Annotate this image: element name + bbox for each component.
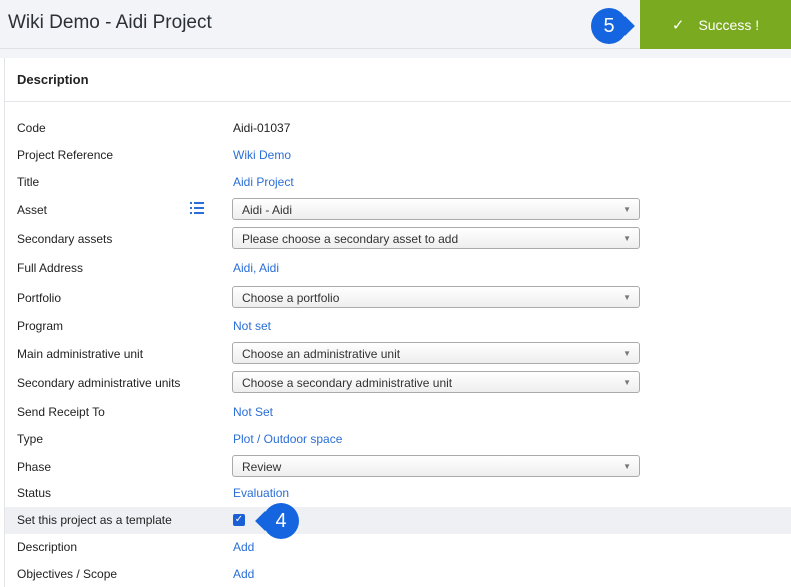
asset-label: Asset: [17, 203, 48, 217]
title-link[interactable]: Aidi Project: [233, 175, 294, 189]
field-row-portfolio: Portfolio Choose a portfolio ▼: [5, 285, 791, 312]
full-address-link[interactable]: Aidi, Aidi: [233, 261, 279, 275]
field-row-project-reference: Project Reference Wiki Demo: [5, 142, 791, 169]
chevron-down-icon: ▼: [623, 205, 631, 214]
field-row-description: Description Add: [5, 534, 791, 561]
status-link[interactable]: Evaluation: [233, 486, 289, 500]
header-gap: [0, 49, 791, 58]
send-receipt-to-label: Send Receipt To: [17, 405, 105, 419]
secondary-assets-label: Secondary assets: [17, 232, 113, 246]
field-row-secondary-admin-units: Secondary administrative units Choose a …: [5, 370, 791, 397]
check-icon: ✓: [671, 16, 685, 34]
code-value: Aidi-01037: [233, 121, 291, 135]
secondary-assets-select[interactable]: Please choose a secondary asset to add ▼: [232, 227, 640, 249]
field-row-title: Title Aidi Project: [5, 169, 791, 196]
secondary-assets-select-value: Please choose a secondary asset to add: [242, 232, 459, 246]
type-link[interactable]: Plot / Outdoor space: [233, 432, 342, 446]
type-label: Type: [17, 432, 44, 446]
panel-header: Description: [5, 58, 791, 102]
chevron-down-icon: ▼: [623, 462, 631, 471]
title-label: Title: [17, 175, 40, 189]
panel-title: Description: [17, 72, 89, 87]
field-row-code: Code Aidi-01037: [5, 115, 791, 142]
field-row-secondary-assets: Secondary assets Please choose a seconda…: [5, 226, 791, 253]
asset-select-value: Aidi - Aidi: [242, 203, 293, 217]
step-marker-4: 4: [263, 503, 299, 539]
status-label: Status: [17, 486, 52, 500]
phase-select[interactable]: Review ▼: [232, 455, 640, 477]
send-receipt-to-link[interactable]: Not Set: [233, 405, 273, 419]
description-add-link[interactable]: Add: [233, 540, 254, 554]
description-panel: Description Code Aidi-01037 Project Refe…: [4, 58, 791, 587]
field-row-phase: Phase Review ▼: [5, 454, 791, 481]
description-label: Description: [17, 540, 78, 554]
field-row-program: Program Not set: [5, 313, 791, 340]
field-row-objectives: Objectives / Scope Add: [5, 561, 791, 587]
field-row-status: Status Evaluation: [5, 480, 791, 507]
secondary-admin-units-label: Secondary administrative units: [17, 376, 181, 390]
field-row-type: Type Plot / Outdoor space: [5, 426, 791, 453]
success-text: Success !: [698, 16, 760, 33]
objectives-label: Objectives / Scope: [17, 567, 118, 581]
step-marker-5: 5: [591, 8, 627, 44]
phase-label: Phase: [17, 460, 52, 474]
chevron-down-icon: ▼: [623, 234, 631, 243]
field-row-main-admin-unit: Main administrative unit Choose an admin…: [5, 341, 791, 368]
portfolio-select-value: Choose a portfolio: [242, 291, 340, 305]
main-admin-unit-select[interactable]: Choose an administrative unit ▼: [232, 342, 640, 364]
field-row-template: Set this project as a template ✓: [5, 507, 791, 534]
program-label: Program: [17, 319, 64, 333]
field-row-asset: Asset Aidi - Aidi ▼: [5, 197, 791, 224]
template-checkbox[interactable]: ✓: [233, 514, 245, 526]
success-notification: ✓ Success !: [640, 0, 791, 49]
portfolio-select[interactable]: Choose a portfolio ▼: [232, 286, 640, 308]
secondary-admin-units-select[interactable]: Choose a secondary administrative unit ▼: [232, 371, 640, 393]
chevron-down-icon: ▼: [623, 349, 631, 358]
main-admin-unit-select-value: Choose an administrative unit: [242, 347, 401, 361]
secondary-admin-units-select-value: Choose a secondary administrative unit: [242, 376, 453, 390]
field-row-full-address: Full Address Aidi, Aidi: [5, 255, 791, 282]
code-label: Code: [17, 121, 46, 135]
list-icon[interactable]: [190, 201, 206, 215]
template-label: Set this project as a template: [17, 513, 172, 527]
full-address-label: Full Address: [17, 261, 84, 275]
field-row-send-receipt-to: Send Receipt To Not Set: [5, 399, 791, 426]
objectives-add-link[interactable]: Add: [233, 567, 254, 581]
page-title: Wiki Demo - Aidi Project: [8, 12, 212, 33]
top-bar: Wiki Demo - Aidi Project ✓ Success !: [0, 0, 791, 49]
portfolio-label: Portfolio: [17, 291, 62, 305]
chevron-down-icon: ▼: [623, 378, 631, 387]
project-reference-label: Project Reference: [17, 148, 114, 162]
program-link[interactable]: Not set: [233, 319, 271, 333]
chevron-down-icon: ▼: [623, 293, 631, 302]
main-admin-unit-label: Main administrative unit: [17, 347, 144, 361]
project-reference-link[interactable]: Wiki Demo: [233, 148, 291, 162]
asset-select[interactable]: Aidi - Aidi ▼: [232, 198, 640, 220]
phase-select-value: Review: [242, 460, 282, 474]
